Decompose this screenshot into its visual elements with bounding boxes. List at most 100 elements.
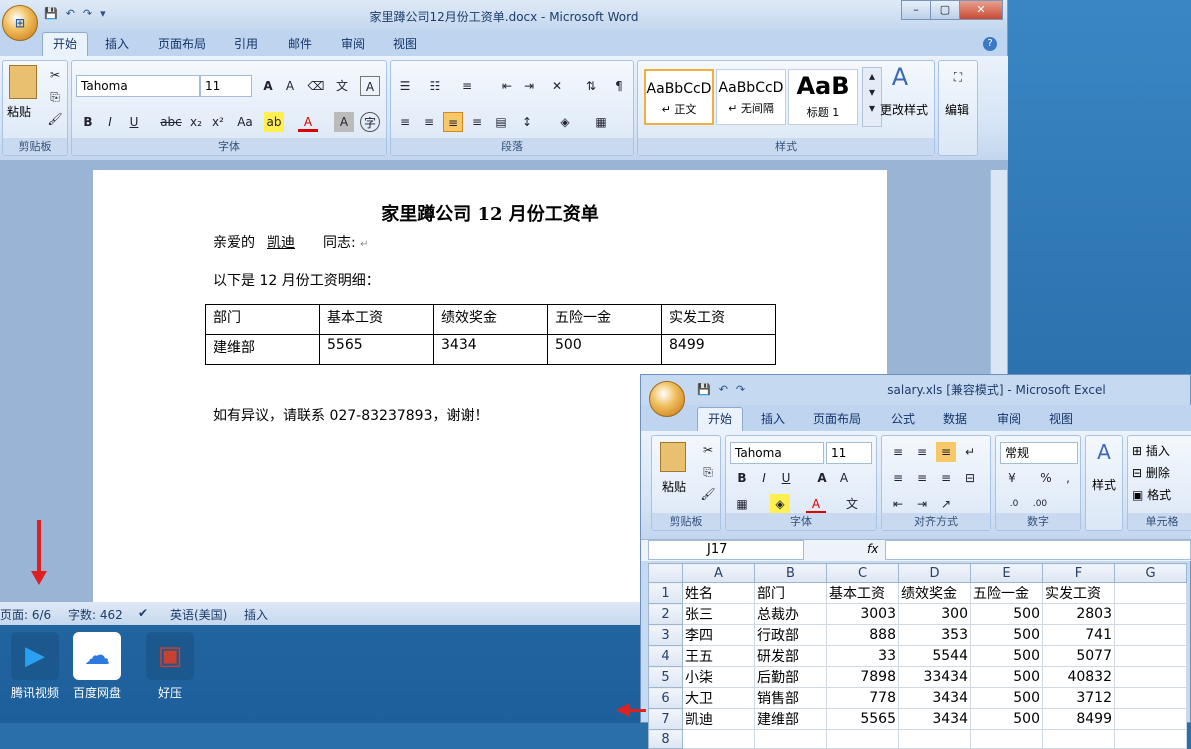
grid-cell[interactable]: 李四 — [682, 624, 755, 646]
grid-cell[interactable] — [1114, 666, 1187, 688]
line-spacing-icon[interactable]: ↕ — [517, 112, 537, 132]
minimize-button[interactable]: – — [901, 0, 931, 20]
binoculars-icon[interactable]: ⛶ — [948, 67, 968, 87]
grid-cell[interactable] — [1114, 687, 1187, 709]
maximize-button[interactable]: ▢ — [930, 0, 960, 20]
change-styles-icon[interactable]: A — [890, 65, 910, 89]
borders-icon[interactable]: ▦ — [591, 112, 611, 132]
excel-font-name[interactable]: Tahoma — [730, 442, 824, 464]
grid-cell[interactable]: 绩效奖金 — [898, 582, 971, 604]
help-icon[interactable]: ? — [983, 37, 997, 51]
grid-cell[interactable]: 3434 — [898, 708, 971, 730]
grid-cell[interactable]: 33434 — [898, 666, 971, 688]
phonetic-icon[interactable]: 文 — [332, 76, 352, 96]
excel-styles-button[interactable]: 样式 — [1092, 476, 1116, 493]
comma-icon[interactable]: , — [1058, 468, 1078, 488]
grid-cell[interactable] — [1114, 624, 1187, 646]
row-header[interactable]: 1 — [648, 582, 683, 604]
change-styles-button[interactable]: 更改样式 — [880, 101, 928, 118]
excel-office-button[interactable] — [649, 381, 685, 417]
grid-cell[interactable] — [1114, 582, 1187, 604]
grid-cell[interactable] — [1114, 729, 1187, 749]
excel-format-painter-icon[interactable]: 🖌 — [698, 484, 718, 504]
desktop-icon[interactable]: ▶ 腾讯视频 — [0, 632, 70, 701]
function-icon[interactable]: fx — [867, 542, 878, 556]
excel-underline-icon[interactable]: U — [776, 468, 796, 488]
row-header[interactable]: 3 — [648, 624, 683, 646]
tab-insert[interactable]: 插入 — [105, 35, 129, 52]
excel-align-right-icon[interactable]: ≡ — [936, 468, 956, 488]
grid-cell[interactable]: 大卫 — [682, 687, 755, 709]
percent-icon[interactable]: % — [1036, 468, 1056, 488]
wrap-text-icon[interactable]: ↵ — [960, 442, 980, 462]
excel-tab-insert[interactable]: 插入 — [761, 410, 785, 427]
column-header[interactable]: F — [1042, 563, 1115, 583]
row-header[interactable]: 4 — [648, 645, 683, 667]
grid-cell[interactable]: 销售部 — [754, 687, 827, 709]
desktop-icon[interactable]: ☁ 百度网盘 — [62, 632, 132, 701]
insert-cells-button[interactable]: ⊞ 插入 — [1132, 442, 1170, 459]
grid-cell[interactable]: 研发部 — [754, 645, 827, 667]
row-header[interactable]: 6 — [648, 687, 683, 709]
delete-cells-button[interactable]: ⊟ 删除 — [1132, 464, 1170, 481]
grid-cell[interactable]: 7898 — [826, 666, 899, 688]
show-marks-icon[interactable]: ¶ — [609, 76, 629, 96]
excel-save-icon[interactable]: 💾 — [697, 383, 711, 396]
increase-decimal-icon[interactable]: .0 — [1004, 494, 1024, 514]
select-all-corner[interactable] — [648, 563, 683, 583]
tab-references[interactable]: 引用 — [234, 35, 258, 52]
grid-cell[interactable]: 后勤部 — [754, 666, 827, 688]
language-status[interactable]: 英语(美国) — [170, 606, 227, 623]
proofing-icon[interactable]: ✔ — [138, 606, 148, 620]
chinese-layout-icon[interactable]: ✕ — [547, 76, 567, 96]
italic-icon[interactable]: I — [100, 112, 120, 132]
excel-bold-icon[interactable]: B — [732, 468, 752, 488]
align-middle-icon[interactable]: ≡ — [912, 442, 932, 462]
column-header[interactable]: G — [1114, 563, 1187, 583]
char-shading-icon[interactable]: A — [334, 112, 354, 132]
grid-cell[interactable]: 5544 — [898, 645, 971, 667]
grid-cell[interactable]: 33 — [826, 645, 899, 667]
tab-review[interactable]: 审阅 — [341, 35, 365, 52]
grid-cell[interactable]: 8499 — [1042, 708, 1115, 730]
increase-indent-icon[interactable]: ⇥ — [519, 76, 539, 96]
excel-align-center-icon[interactable]: ≡ — [912, 468, 932, 488]
grid-cell[interactable]: 888 — [826, 624, 899, 646]
font-name-select[interactable]: Tahoma — [76, 75, 200, 97]
grid-cell[interactable] — [1042, 729, 1115, 749]
justify-icon[interactable]: ≡ — [467, 112, 487, 132]
grid-cell[interactable] — [1114, 603, 1187, 625]
excel-phonetic-icon[interactable]: 文 — [842, 494, 862, 514]
excel-tab-home[interactable]: 开始 — [697, 407, 744, 431]
excel-paste-button[interactable]: 粘贴 — [662, 478, 686, 495]
bullets-icon[interactable]: ☰ — [395, 76, 415, 96]
align-top-icon[interactable]: ≡ — [888, 442, 908, 462]
sort-icon[interactable]: ⇅ — [581, 76, 601, 96]
font-size-select[interactable]: 11 — [200, 75, 252, 97]
grid-cell[interactable]: 2803 — [1042, 603, 1115, 625]
excel-copy-icon[interactable]: ⎘ — [698, 462, 718, 482]
grid-cell[interactable]: 741 — [1042, 624, 1115, 646]
word-count[interactable]: 字数: 462 — [68, 606, 123, 623]
grid-cell[interactable]: 小柒 — [682, 666, 755, 688]
grid-cell[interactable]: 778 — [826, 687, 899, 709]
column-header[interactable]: A — [682, 563, 755, 583]
number-format-select[interactable]: 常规 — [1000, 442, 1078, 464]
grid-cell[interactable]: 353 — [898, 624, 971, 646]
grid-cell[interactable]: 3434 — [898, 687, 971, 709]
desktop-icon[interactable]: ▣ 好压 — [135, 632, 205, 701]
insert-mode[interactable]: 插入 — [244, 606, 268, 623]
excel-grow-font-icon[interactable]: A — [812, 468, 832, 488]
grid-cell[interactable]: 行政部 — [754, 624, 827, 646]
close-button[interactable]: ✕ — [959, 0, 1003, 20]
merge-center-icon[interactable]: ⊟ — [960, 468, 980, 488]
styles-scroll[interactable]: ▴ ▾ ▾ — [862, 67, 882, 127]
style-heading-1[interactable]: AaB 标题 1 — [788, 69, 858, 125]
bold-icon[interactable]: B — [78, 112, 98, 132]
grid-cell[interactable]: 500 — [970, 687, 1043, 709]
name-box[interactable]: J17 — [648, 540, 804, 560]
grid-cell[interactable] — [826, 729, 899, 749]
column-header[interactable]: B — [754, 563, 827, 583]
style-normal[interactable]: AaBbCcD ↵ 正文 — [644, 69, 714, 125]
excel-italic-icon[interactable]: I — [754, 468, 774, 488]
